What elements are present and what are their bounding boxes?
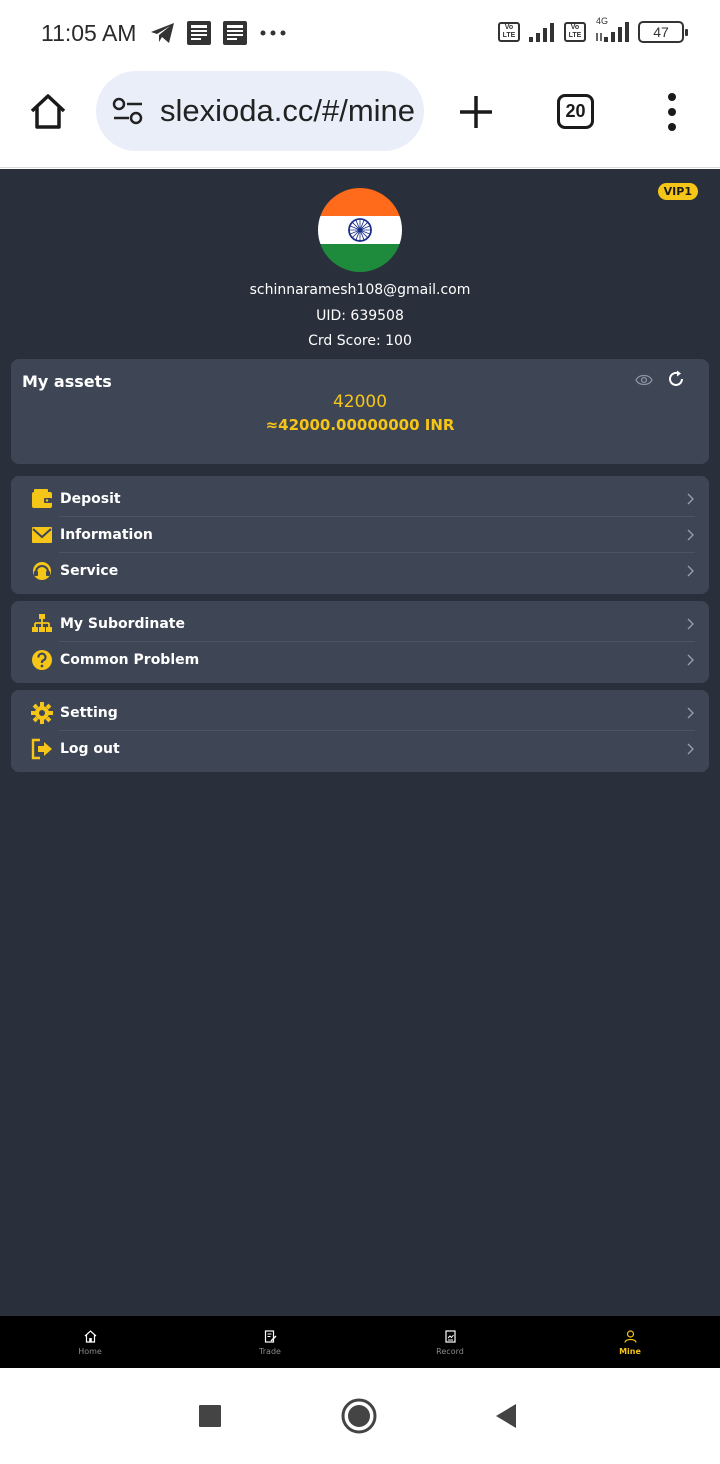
wallet-icon: [32, 489, 52, 508]
menu-item-information[interactable]: Information: [31, 517, 695, 553]
record-icon: [445, 1330, 456, 1343]
india-flag-avatar: [318, 188, 402, 272]
nav-mine[interactable]: Mine: [540, 1316, 720, 1368]
eye-icon[interactable]: [635, 373, 653, 387]
chevron-right-icon: [687, 654, 694, 666]
bottom-nav: Home Trade Record Mine: [0, 1316, 720, 1368]
menu-label-log-out: Log out: [60, 741, 120, 757]
menu-item-service[interactable]: Service: [31, 553, 695, 589]
site-settings-icon[interactable]: [112, 97, 144, 125]
menu-label-my-subordinate: My Subordinate: [60, 616, 185, 632]
menu-item-deposit[interactable]: Deposit: [31, 481, 695, 517]
assets-title: My assets: [22, 372, 112, 391]
nav-label-mine: Mine: [619, 1347, 641, 1356]
asset-amount: 42000: [332, 392, 388, 412]
recents-button[interactable]: [199, 1405, 221, 1427]
vip-badge: VIP1: [657, 183, 698, 200]
system-navigation-bar: [0, 1369, 720, 1464]
tab-switcher-button[interactable]: 20: [557, 94, 594, 129]
menu-label-service: Service: [60, 563, 119, 579]
news-icon-2: [223, 21, 247, 45]
volte-icon: Vo LTE: [498, 22, 520, 42]
new-tab-icon[interactable]: [456, 92, 496, 132]
logout-icon: [31, 738, 52, 760]
refresh-icon[interactable]: [666, 369, 686, 389]
menu-label-deposit: Deposit: [60, 491, 121, 507]
menu-group-1: Deposit Information Service: [11, 476, 709, 594]
chevron-right-icon: [687, 529, 694, 541]
menu-label-setting: Setting: [60, 705, 118, 721]
menu-item-log-out[interactable]: Log out: [31, 731, 695, 767]
menu-group-3: Setting Log out: [11, 690, 709, 772]
nav-record[interactable]: Record: [360, 1316, 540, 1368]
asset-converted: ≈42000.00000000 INR: [265, 416, 455, 434]
credit-score: Crd Score: 100: [308, 333, 412, 349]
menu-item-my-subordinate[interactable]: My Subordinate: [31, 606, 695, 642]
address-bar[interactable]: slexioda.cc/#/mine: [96, 71, 424, 151]
nav-trade[interactable]: Trade: [180, 1316, 360, 1368]
menu-label-common-problem: Common Problem: [60, 652, 200, 668]
signal-4g-icon: 4G: [594, 16, 630, 44]
telegram-icon: [151, 23, 174, 43]
user-uid: UID: 639508: [316, 308, 404, 324]
back-button[interactable]: [494, 1403, 518, 1429]
assets-card: My assets 42000 ≈42000.00000000 INR: [11, 359, 709, 464]
gear-icon: [31, 702, 53, 724]
notification-icons: [150, 20, 288, 46]
chevron-right-icon: [687, 493, 694, 505]
chevron-right-icon: [687, 707, 694, 719]
home-icon[interactable]: [28, 92, 68, 132]
volte-icon-2: Vo LTE: [564, 22, 586, 42]
trade-icon: [264, 1330, 277, 1343]
nav-label-record: Record: [436, 1347, 464, 1356]
chevron-right-icon: [687, 618, 694, 630]
nav-label-home: Home: [78, 1347, 102, 1356]
menu-label-information: Information: [60, 527, 153, 543]
chevron-right-icon: [687, 743, 694, 755]
question-icon: [32, 650, 52, 670]
mail-icon: [32, 527, 52, 543]
menu-group-2: My Subordinate Common Problem: [11, 601, 709, 683]
menu-item-setting[interactable]: Setting: [31, 695, 695, 731]
home-icon: [84, 1330, 97, 1343]
status-bar: 11:05 AM Vo LTE Vo LTE 4G 47: [0, 0, 720, 70]
signal-icon: [529, 23, 554, 42]
nav-label-trade: Trade: [259, 1347, 281, 1356]
menu-item-common-problem[interactable]: Common Problem: [31, 642, 695, 678]
user-email: schinnaramesh108@gmail.com: [249, 282, 471, 298]
home-button[interactable]: [341, 1398, 377, 1434]
nav-home[interactable]: Home: [0, 1316, 180, 1368]
system-indicators: Vo LTE Vo LTE 4G 47: [498, 16, 688, 44]
mine-page: VIP1 schinnaramesh108@gmail.com UID: 639…: [0, 169, 720, 1316]
hierarchy-icon: [32, 614, 52, 632]
news-icon: [187, 21, 211, 45]
headset-icon: [33, 562, 51, 580]
url-text[interactable]: slexioda.cc/#/mine: [160, 93, 415, 129]
status-time: 11:05 AM: [41, 20, 137, 46]
more-notifications-icon: [260, 30, 286, 36]
user-icon: [624, 1330, 637, 1343]
browser-toolbar: slexioda.cc/#/mine 20: [0, 70, 720, 168]
battery-icon: 47: [638, 21, 688, 43]
chevron-right-icon: [687, 565, 694, 577]
browser-menu-icon[interactable]: [664, 92, 680, 132]
